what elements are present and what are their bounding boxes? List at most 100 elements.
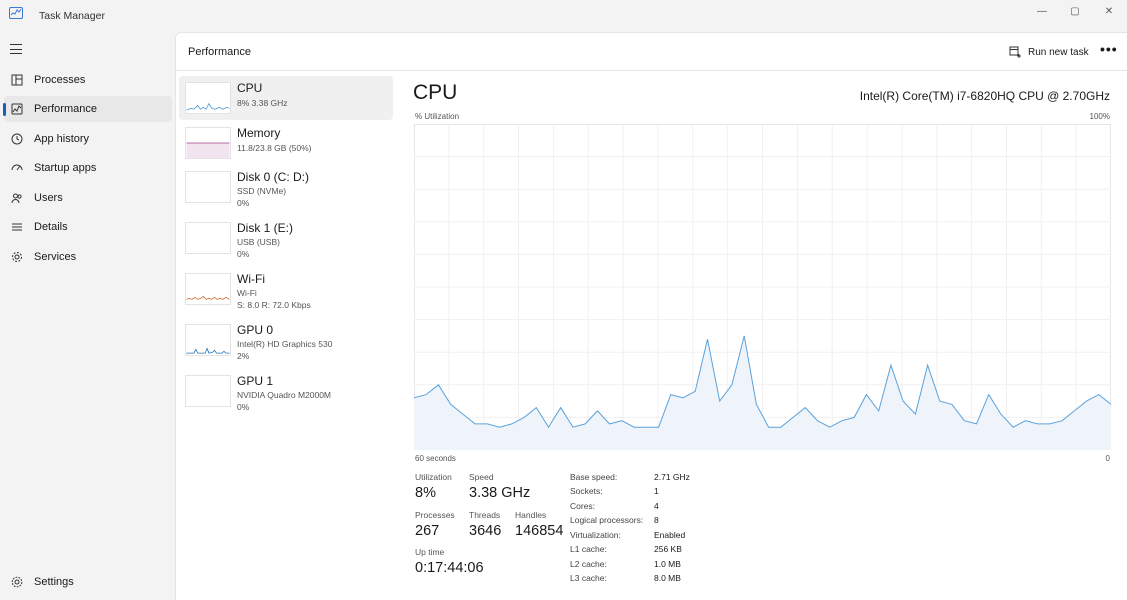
sidebar-item-label: Settings (34, 576, 74, 588)
sidebar-item-label: Services (34, 251, 77, 263)
spec-value: 4 (654, 501, 659, 511)
sidebar-item-performance[interactable]: Performance (3, 96, 172, 122)
memory-thumbnail (185, 127, 231, 159)
gpu0-thumbnail (185, 324, 231, 356)
processes-label: Processes (415, 510, 455, 520)
run-task-icon (1009, 46, 1021, 58)
run-new-task-label: Run new task (1028, 46, 1089, 58)
device-name: CPU (237, 81, 263, 95)
spec-value: 1 (654, 486, 659, 496)
device-item-cpu[interactable]: CPU 8% 3.38 GHz (179, 76, 393, 120)
sidebar-item-label: Users (34, 192, 63, 204)
handles-label: Handles (515, 510, 547, 520)
sidebar-item-users[interactable]: Users (4, 185, 172, 211)
device-name: Disk 1 (E:) (237, 221, 294, 235)
handles-value: 146854 (515, 523, 564, 539)
device-item-gpu0[interactable]: GPU 0 Intel(R) HD Graphics 530 2% (179, 318, 393, 368)
device-line1: Intel(R) HD Graphics 530 (237, 339, 333, 349)
threads-label: Threads (469, 510, 501, 520)
minimize-button[interactable]: — (1025, 0, 1059, 22)
performance-icon (10, 102, 24, 116)
device-item-disk0[interactable]: Disk 0 (C: D:) SSD (NVMe) 0% (179, 165, 393, 215)
task-manager-icon (9, 7, 23, 19)
sidebar-item-details[interactable]: Details (4, 214, 172, 240)
main-header: Performance Run new task ••• (176, 33, 1127, 71)
processes-value: 267 (415, 523, 440, 539)
device-item-wifi[interactable]: Wi-Fi Wi-Fi S: 8.0 R: 72.0 Kbps (179, 267, 393, 317)
spec-label: Base speed: (570, 472, 618, 482)
spec-label: L2 cache: (570, 559, 607, 569)
sidebar-item-label: App history (34, 133, 90, 145)
startup-icon (10, 161, 24, 175)
maximize-button[interactable]: ▢ (1058, 0, 1092, 22)
disk1-thumbnail (185, 222, 231, 254)
device-name: Wi-Fi (237, 272, 265, 286)
sidebar-item-label: Startup apps (34, 162, 97, 174)
sidebar-item-label: Processes (34, 74, 86, 86)
main-panel: Performance Run new task ••• CPU 8% 3.38… (175, 32, 1127, 600)
sidebar-item-label: Performance (34, 103, 97, 115)
more-options-button[interactable]: ••• (1100, 42, 1118, 56)
gpu1-thumbnail (185, 375, 231, 407)
spec-label: L3 cache: (570, 573, 607, 583)
device-line1: 11.8/23.8 GB (50%) (237, 143, 312, 153)
device-line1: NVIDIA Quadro M2000M (237, 390, 332, 400)
cpu-thumbnail (185, 82, 231, 114)
threads-value: 3646 (469, 523, 502, 539)
device-line2: 0% (237, 198, 250, 208)
spec-label: Sockets: (570, 486, 603, 496)
device-line2: 0% (237, 249, 250, 259)
device-item-memory[interactable]: Memory 11.8/23.8 GB (50%) (179, 121, 393, 165)
spec-label: L1 cache: (570, 544, 607, 554)
device-line1: Wi-Fi (237, 288, 257, 298)
services-icon (10, 250, 24, 264)
speed-label: Speed (469, 472, 494, 482)
users-icon (10, 191, 24, 205)
uptime-label: Up time (415, 547, 445, 557)
device-line1: SSD (NVMe) (237, 186, 287, 196)
wifi-thumbnail (185, 273, 231, 305)
hamburger-icon[interactable] (10, 44, 22, 54)
spec-value: Enabled (654, 530, 686, 540)
device-line2: 0% (237, 402, 250, 412)
device-item-gpu1[interactable]: GPU 1 NVIDIA Quadro M2000M 0% (179, 369, 393, 419)
history-icon (10, 132, 24, 146)
uptime-value: 0:17:44:06 (415, 560, 484, 576)
sidebar-item-label: Details (34, 221, 68, 233)
disk0-thumbnail (185, 171, 231, 203)
device-name: Memory (237, 126, 281, 140)
sidebar-item-processes[interactable]: Processes (4, 67, 172, 93)
device-item-disk1[interactable]: Disk 1 (E:) USB (USB) 0% (179, 216, 393, 266)
device-name: GPU 1 (237, 374, 274, 388)
sidebar-item-startup-apps[interactable]: Startup apps (4, 155, 172, 181)
title-bar: Task Manager — ▢ ✕ (0, 0, 1127, 32)
device-name: Disk 0 (C: D:) (237, 170, 309, 184)
cpu-model: Intel(R) Core(TM) i7-6820HQ CPU @ 2.70GH… (859, 89, 1110, 103)
run-new-task-button[interactable]: Run new task (1009, 44, 1089, 60)
graph-y-max: 100% (1089, 112, 1110, 121)
graph-y-label: % Utilization (415, 112, 460, 121)
page-title: Performance (188, 46, 251, 58)
spec-label: Virtualization: (570, 530, 621, 540)
sidebar-item-services[interactable]: Services (4, 244, 172, 270)
device-line1: 8% 3.38 GHz (237, 98, 288, 108)
spec-label: Cores: (570, 501, 596, 511)
spec-value: 256 KB (654, 544, 682, 554)
details-icon (10, 220, 24, 234)
spec-value: 2.71 GHz (654, 472, 690, 482)
spec-value: 8 (654, 515, 659, 525)
cpu-utilization-graph (414, 124, 1111, 450)
device-line2: 2% (237, 351, 250, 361)
sidebar-item-settings[interactable]: Settings (4, 569, 172, 595)
close-button[interactable]: ✕ (1092, 0, 1126, 22)
spec-value: 8.0 MB (654, 573, 681, 583)
detail-title: CPU (413, 81, 458, 104)
app-title: Task Manager (39, 10, 105, 22)
spec-value: 1.0 MB (654, 559, 681, 569)
gear-icon (10, 575, 24, 589)
sidebar-item-app-history[interactable]: App history (4, 126, 172, 152)
device-line1: USB (USB) (237, 237, 280, 247)
utilization-value: 8% (415, 485, 436, 501)
spec-label: Logical processors: (570, 515, 644, 525)
processes-icon (10, 73, 24, 87)
